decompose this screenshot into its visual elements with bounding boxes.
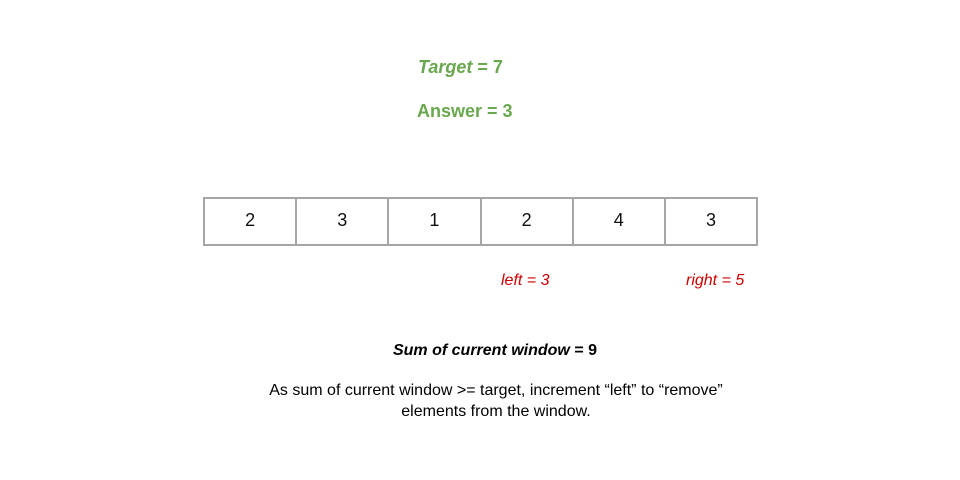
target-label: Target <box>418 57 473 77</box>
right-pointer-label: right = 5 <box>686 272 745 289</box>
target-value: = 7 <box>472 57 503 77</box>
array-cell-5: 3 <box>705 210 716 230</box>
array-cell-1: 3 <box>297 199 390 244</box>
window-sum-value: = 9 <box>569 342 598 359</box>
array-cell-3: 2 <box>482 199 574 244</box>
explanation-line-1: As sum of current window >= target, incr… <box>269 382 723 399</box>
array-cell-2: 1 <box>389 199 482 244</box>
array-container: 2 3 1 2 4 3 <box>203 197 758 246</box>
explanation-text: As sum of current window >= target, incr… <box>0 380 960 422</box>
left-pointer-label: left = 3 <box>501 272 550 289</box>
window-sum-label: Sum of current window <box>392 342 570 359</box>
explanation-line-2: elements from the window. <box>401 403 591 420</box>
array-cell-0: 2 <box>205 199 298 244</box>
window-sum: Sum of current window = 9 <box>0 342 960 360</box>
answer-text: Answer = 3 <box>417 101 513 121</box>
target-text: Target = 7 <box>418 57 503 78</box>
array-cell-4: 4 <box>574 199 666 244</box>
